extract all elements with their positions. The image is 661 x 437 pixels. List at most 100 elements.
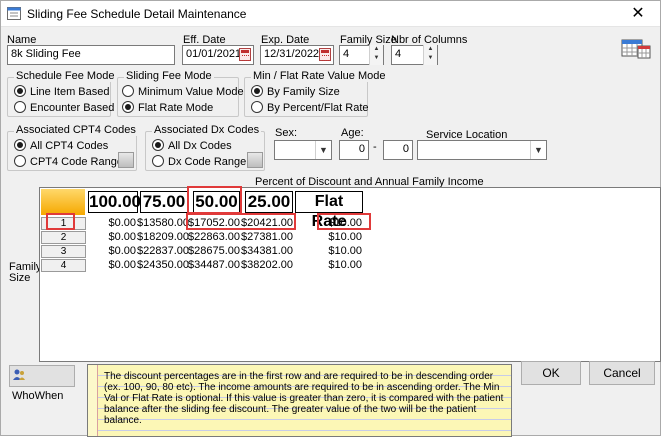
- encounter-based-radio[interactable]: Encounter Based: [14, 101, 114, 114]
- age-to-input[interactable]: 0: [383, 140, 413, 160]
- sliding-fee-mode-group: Sliding Fee Mode Minimum Value Mode Flat…: [117, 70, 244, 117]
- sex-select[interactable]: ▼: [274, 140, 332, 160]
- min-flat-rate-mode-title: Min / Flat Rate Value Mode: [251, 70, 388, 82]
- option-label: All CPT4 Codes: [30, 140, 109, 152]
- row-number[interactable]: 3: [41, 245, 86, 258]
- minimum-value-mode-radio[interactable]: Minimum Value Mode: [122, 85, 244, 98]
- all-cpt4-codes-radio[interactable]: All CPT4 Codes: [14, 139, 108, 152]
- window-title: Sliding Fee Schedule Detail Maintenance: [27, 7, 247, 21]
- grid-cell[interactable]: $10.00: [314, 231, 362, 243]
- schedule-fee-mode-title: Schedule Fee Mode: [14, 70, 117, 82]
- radio-icon[interactable]: [14, 101, 26, 113]
- grid-cell[interactable]: $0.00: [100, 231, 136, 243]
- highlight-box-header-50: [187, 186, 242, 214]
- grid-cell[interactable]: $22837.00: [137, 245, 189, 257]
- grid-cell[interactable]: $0.00: [100, 245, 136, 257]
- chevron-down-icon[interactable]: ▼: [315, 141, 331, 159]
- age-separator: -: [373, 141, 377, 153]
- grid-cell[interactable]: $18209.00: [137, 231, 189, 243]
- note-margin: [88, 365, 98, 436]
- min-flat-rate-mode-group: Min / Flat Rate Value Mode By Family Siz…: [244, 70, 388, 117]
- radio-selected-icon[interactable]: [152, 139, 164, 151]
- grid-cell[interactable]: $38202.00: [241, 259, 293, 271]
- radio-selected-icon[interactable]: [14, 85, 26, 97]
- option-label: By Family Size: [267, 86, 340, 98]
- who-when-label: WhoWhen: [12, 390, 64, 402]
- line-item-based-radio[interactable]: Line Item Based: [14, 85, 110, 98]
- grid-corner-cell[interactable]: [41, 189, 85, 215]
- cpt4-code-range-picker-button[interactable]: [118, 152, 134, 168]
- grid-cell[interactable]: $0.00: [100, 217, 136, 229]
- option-label: CPT4 Code Range: [30, 156, 123, 168]
- dx-code-range-radio[interactable]: Dx Code Range: [152, 155, 246, 168]
- name-input[interactable]: 8k Sliding Fee: [7, 45, 175, 65]
- header-flat-rate[interactable]: Flat Rate: [295, 191, 363, 230]
- dx-codes-group: Associated Dx Codes All Dx Codes Dx Code…: [145, 124, 265, 171]
- grid-cell[interactable]: $24350.00: [137, 259, 189, 271]
- chevron-down-icon[interactable]: ▼: [530, 141, 546, 159]
- grid-cell[interactable]: $22863.00: [188, 231, 240, 243]
- ok-button[interactable]: OK: [521, 361, 581, 385]
- grid-cell[interactable]: $34381.00: [241, 245, 293, 257]
- family-size-side-label-2: Size: [9, 272, 31, 284]
- exp-date-calendar-icon[interactable]: [319, 48, 331, 61]
- spin-up-icon[interactable]: ▲: [370, 45, 383, 54]
- option-label: By Percent/Flat Rate: [267, 102, 369, 114]
- cpt4-codes-group: Associated CPT4 Codes All CPT4 Codes CPT…: [7, 124, 138, 171]
- radio-icon[interactable]: [14, 155, 26, 167]
- nbr-columns-spinner[interactable]: ▲ ▼: [423, 45, 437, 65]
- app-icon: [7, 7, 21, 20]
- grid-cell[interactable]: $0.00: [100, 259, 136, 271]
- cpt4-codes-title: Associated CPT4 Codes: [14, 124, 138, 136]
- radio-icon[interactable]: [152, 155, 164, 167]
- highlight-box-row-1: [46, 213, 75, 230]
- cancel-button[interactable]: Cancel: [589, 361, 655, 385]
- grid-cell[interactable]: $28675.00: [188, 245, 240, 257]
- row-number[interactable]: 2: [41, 231, 86, 244]
- family-size-spinner[interactable]: ▲ ▼: [369, 45, 383, 65]
- radio-selected-icon[interactable]: [14, 139, 26, 151]
- grid-cell[interactable]: $10.00: [314, 245, 362, 257]
- users-icon: [13, 369, 25, 380]
- schedule-fee-mode-group: Schedule Fee Mode Line Item Based Encoun…: [7, 70, 117, 117]
- grid-cell[interactable]: $13580.00: [137, 217, 189, 229]
- who-when-button[interactable]: WhoWhen: [9, 365, 75, 402]
- by-percent-flat-rate-radio[interactable]: By Percent/Flat Rate: [251, 101, 369, 114]
- grid-cell[interactable]: $34487.00: [188, 259, 240, 271]
- dx-codes-title: Associated Dx Codes: [152, 124, 262, 136]
- highlight-box-flat-rate: [317, 213, 371, 230]
- row-number[interactable]: 4: [41, 259, 86, 272]
- eff-date-calendar-icon[interactable]: [239, 48, 251, 61]
- radio-selected-icon[interactable]: [251, 85, 263, 97]
- header-percent-75[interactable]: 75.00: [140, 191, 188, 213]
- service-location-select[interactable]: ▼: [417, 140, 547, 160]
- cpt4-code-range-radio[interactable]: CPT4 Code Range: [14, 155, 123, 168]
- spin-down-icon[interactable]: ▼: [370, 54, 383, 63]
- radio-selected-icon[interactable]: [122, 101, 134, 113]
- highlight-box-income-range: [186, 213, 296, 230]
- close-button[interactable]: ✕: [618, 1, 658, 27]
- option-label: Encounter Based: [30, 102, 115, 114]
- flat-rate-mode-radio[interactable]: Flat Rate Mode: [122, 101, 213, 114]
- header-percent-25[interactable]: 25.00: [245, 191, 293, 213]
- all-dx-codes-radio[interactable]: All Dx Codes: [152, 139, 232, 152]
- option-label: Minimum Value Mode: [138, 86, 244, 98]
- option-label: Flat Rate Mode: [138, 102, 214, 114]
- sex-label: Sex:: [275, 127, 298, 139]
- instructions-note: The discount percentages are in the firs…: [87, 364, 512, 437]
- option-label: All Dx Codes: [168, 140, 232, 152]
- radio-icon[interactable]: [251, 101, 263, 113]
- grid-cell[interactable]: $27381.00: [241, 231, 293, 243]
- grid-cell[interactable]: $10.00: [314, 259, 362, 271]
- calendar-grid-icon[interactable]: [621, 37, 651, 59]
- spin-down-icon[interactable]: ▼: [424, 54, 437, 63]
- spin-up-icon[interactable]: ▲: [424, 45, 437, 54]
- dx-code-range-picker-button[interactable]: [247, 152, 263, 168]
- sliding-fee-mode-title: Sliding Fee Mode: [124, 70, 214, 82]
- radio-icon[interactable]: [122, 85, 134, 97]
- instructions-text: The discount percentages are in the firs…: [104, 371, 504, 426]
- age-from-input[interactable]: 0: [339, 140, 369, 160]
- option-label: Dx Code Range: [168, 156, 247, 168]
- header-percent-100[interactable]: 100.00: [88, 191, 141, 213]
- by-family-size-radio[interactable]: By Family Size: [251, 85, 340, 98]
